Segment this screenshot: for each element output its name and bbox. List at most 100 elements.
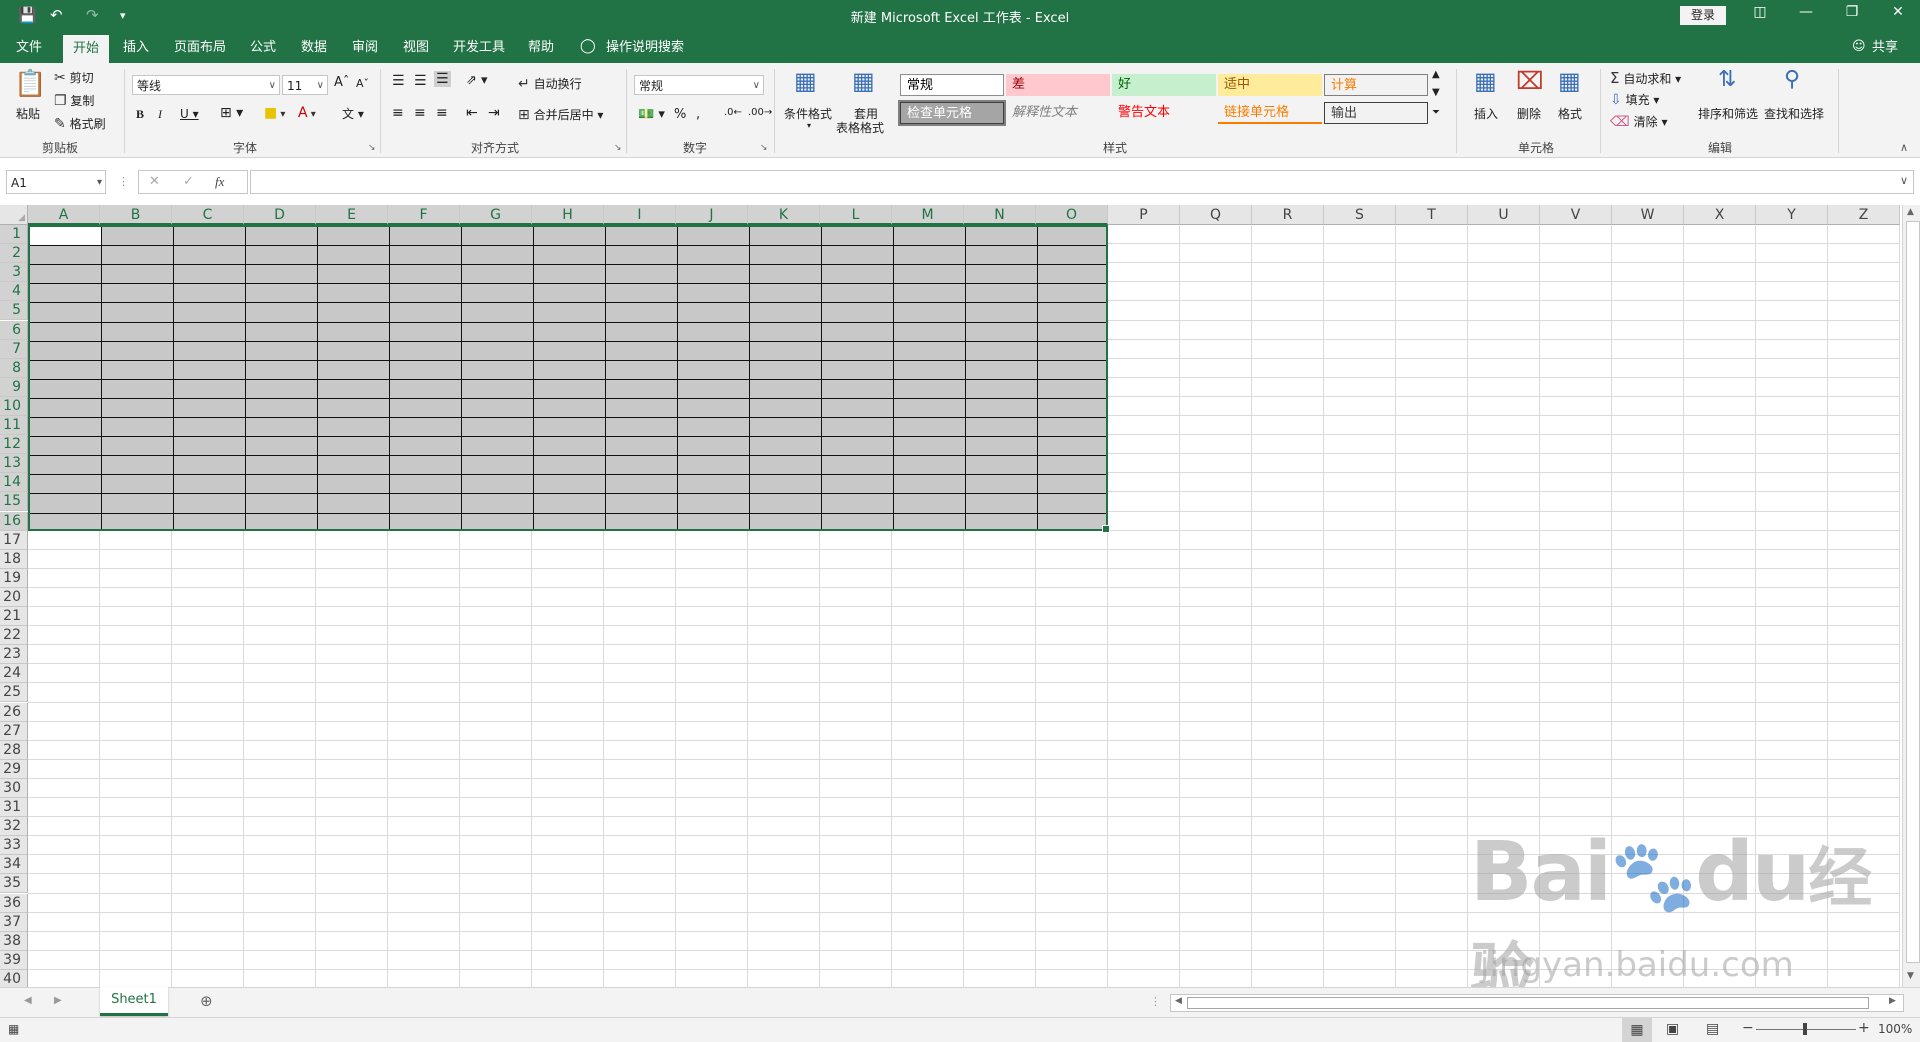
column-header-q[interactable]: Q [1180,205,1252,225]
tell-me-search[interactable]: 操作说明搜索 [596,32,694,63]
number-format-select[interactable]: 常规 ∨ [634,75,764,95]
row-header-39[interactable]: 39 [0,950,28,970]
autosum-button[interactable]: 自动求和 [1623,72,1671,86]
zoom-slider-thumb[interactable] [1803,1023,1807,1035]
active-cell[interactable] [30,227,101,246]
cell-style-8[interactable]: 警告文本 [1112,102,1216,124]
login-button[interactable]: 登录 [1680,6,1726,25]
column-header-w[interactable]: W [1612,205,1684,225]
format-as-table-button[interactable]: 表格格式 [836,119,884,136]
row-header-18[interactable]: 18 [0,549,28,569]
enter-icon[interactable]: ✓ [183,174,194,189]
row-header-13[interactable]: 13 [0,454,28,474]
scroll-right-icon[interactable]: ▶ [1889,996,1896,1006]
delete-cells-button[interactable]: 删除 [1517,105,1541,122]
column-header-g[interactable]: G [460,205,532,225]
column-header-l[interactable]: L [820,205,892,225]
insert-cells-button[interactable]: 插入 [1474,105,1498,122]
tab-insert[interactable]: 插入 [113,32,159,63]
conditional-format-dropdown-icon[interactable]: ▾ [807,121,811,130]
row-header-40[interactable]: 40 [0,969,28,987]
prev-sheet-icon[interactable]: ◀ [24,995,32,1006]
clear-button[interactable]: 清除 [1634,115,1658,129]
phonetic-icon[interactable]: 文 ▾ [342,105,364,122]
merge-center-button[interactable]: 合并后居中 [534,108,594,122]
fill-handle[interactable] [1102,524,1110,533]
zoom-out-button[interactable]: − [1742,1020,1754,1036]
row-header-16[interactable]: 16 [0,511,28,531]
row-header-6[interactable]: 6 [0,320,28,340]
increase-font-icon[interactable]: Aˆ [334,75,349,90]
cell-style-7[interactable]: 解释性文本 [1006,102,1110,124]
row-header-24[interactable]: 24 [0,664,28,684]
cut-button[interactable]: 剪切 [70,71,94,85]
sheet-tab-sheet1[interactable]: Sheet1 [100,987,168,1016]
cancel-icon[interactable]: ✕ [149,174,160,189]
row-header-28[interactable]: 28 [0,740,28,760]
row-header-29[interactable]: 29 [0,759,28,779]
tab-formulas[interactable]: 公式 [240,32,286,63]
format-cells-button[interactable]: 格式 [1558,105,1582,122]
row-header-20[interactable]: 20 [0,587,28,607]
cell-style-9[interactable]: 链接单元格 [1218,102,1322,124]
row-header-14[interactable]: 14 [0,473,28,493]
decrease-font-icon[interactable]: Aˇ [356,77,369,90]
row-header-10[interactable]: 10 [0,396,28,416]
row-header-9[interactable]: 9 [0,377,28,397]
row-header-30[interactable]: 30 [0,778,28,798]
name-box[interactable]: A1 ▾ [6,170,106,194]
column-header-i[interactable]: I [604,205,676,225]
row-header-25[interactable]: 25 [0,683,28,703]
zoom-in-button[interactable]: + [1858,1020,1870,1036]
font-name-select[interactable]: 等线 ∨ [132,75,280,95]
column-header-e[interactable]: E [316,205,388,225]
normal-view-icon[interactable]: ▦ [1622,1018,1652,1042]
gallery-scroll-up-icon[interactable]: ▲ [1432,69,1440,80]
italic-button[interactable]: I [158,107,162,122]
row-header-12[interactable]: 12 [0,435,28,455]
gallery-scroll-down-icon[interactable]: ▼ [1432,87,1440,98]
align-bottom-icon[interactable]: ☰ [434,71,451,87]
row-header-5[interactable]: 5 [0,301,28,321]
tab-split-handle-icon[interactable]: ⋮ [1150,995,1161,1008]
paste-icon[interactable]: 📋 [14,69,46,99]
orientation-icon[interactable]: ⇗ ▾ [466,73,488,88]
sort-filter-button[interactable]: 排序和筛选 [1698,105,1758,122]
row-header-33[interactable]: 33 [0,836,28,856]
increase-decimal-icon[interactable]: .0← [724,107,742,118]
close-button[interactable]: ✕ [1878,4,1918,20]
row-header-4[interactable]: 4 [0,282,28,302]
row-header-17[interactable]: 17 [0,530,28,550]
format-painter-button[interactable]: 格式刷 [70,117,106,131]
bold-button[interactable]: B [136,107,144,122]
column-header-k[interactable]: K [748,205,820,225]
paste-button[interactable]: 粘贴 [16,105,40,122]
row-header-19[interactable]: 19 [0,568,28,588]
row-header-2[interactable]: 2 [0,244,28,264]
selection-range[interactable] [28,225,1110,533]
align-top-icon[interactable]: ☰ [392,73,405,89]
row-header-38[interactable]: 38 [0,931,28,951]
expand-formula-bar-icon[interactable]: ∨ [1900,174,1908,187]
row-header-36[interactable]: 36 [0,893,28,913]
row-header-3[interactable]: 3 [0,263,28,283]
font-dialog-launcher-icon[interactable]: ↘ [368,143,376,153]
row-header-34[interactable]: 34 [0,855,28,875]
column-header-f[interactable]: F [388,205,460,225]
cell-style-10[interactable]: 输出 [1324,102,1428,124]
align-center-icon[interactable]: ≡ [414,105,426,121]
column-header-m[interactable]: M [892,205,964,225]
tab-view[interactable]: 视图 [393,32,439,63]
underline-button[interactable]: U ▾ [180,107,199,121]
page-break-view-icon[interactable]: ▤ [1706,1021,1719,1037]
column-header-t[interactable]: T [1396,205,1468,225]
column-header-d[interactable]: D [244,205,316,225]
column-header-r[interactable]: R [1252,205,1324,225]
share-button[interactable]: 共享 [1862,32,1908,63]
column-header-h[interactable]: H [532,205,604,225]
font-size-select[interactable]: 11 ∨ [282,75,328,95]
row-header-15[interactable]: 15 [0,492,28,512]
tab-home[interactable]: 开始 [63,35,110,63]
row-header-27[interactable]: 27 [0,721,28,741]
minimize-button[interactable]: — [1786,4,1826,20]
